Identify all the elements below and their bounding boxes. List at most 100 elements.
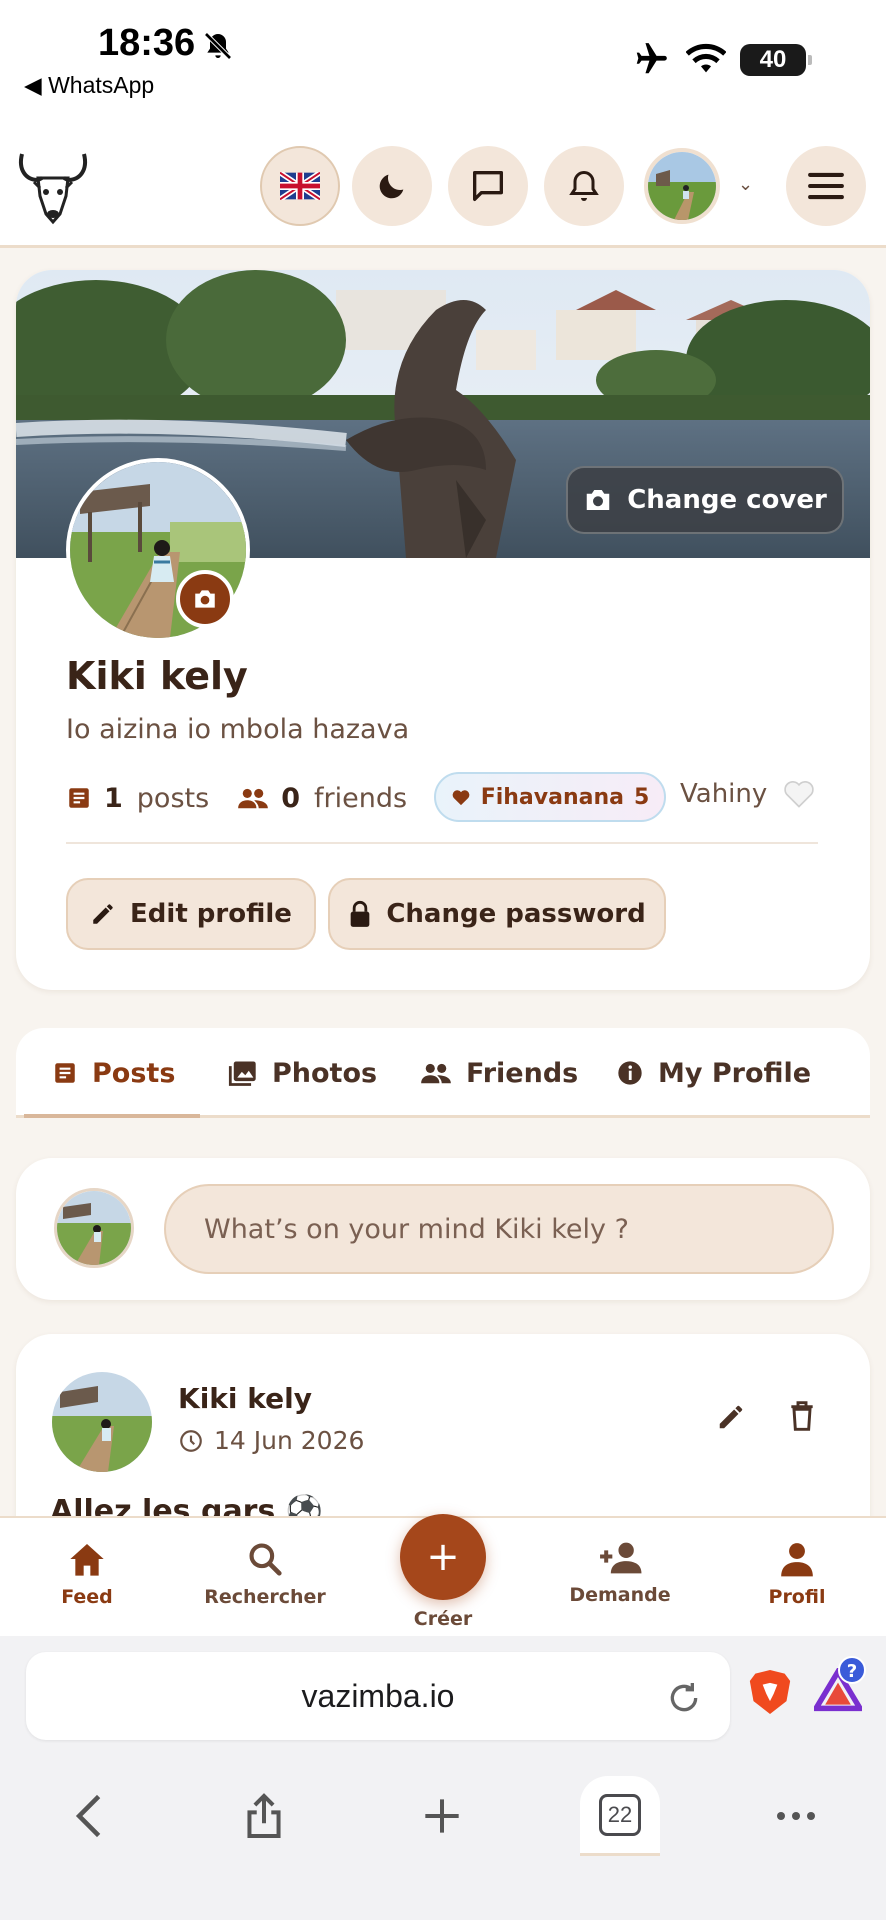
browser-tabs-button[interactable]: 22 <box>580 1776 660 1856</box>
profile-tabs: Posts Photos Friends My Profile <box>16 1028 870 1118</box>
change-password-label: Change password <box>386 899 646 929</box>
pencil-icon <box>93 904 113 924</box>
back-to-app-link[interactable]: ◀ WhatsApp <box>24 72 154 99</box>
share-icon <box>247 1793 281 1838</box>
friends-icon <box>238 788 269 809</box>
profile-divider <box>66 842 818 844</box>
edit-profile-label: Edit profile <box>130 899 292 929</box>
menu-icon <box>808 172 844 200</box>
friends-icon <box>421 1063 451 1084</box>
dark-mode-button[interactable] <box>352 146 432 226</box>
profile-bio: Io aizina io mbola hazava <box>66 714 410 745</box>
change-password-button[interactable]: Change password <box>328 878 666 950</box>
white-heart-icon <box>783 781 814 808</box>
app-header: ⌄ <box>0 120 886 248</box>
camera-icon <box>586 490 610 510</box>
nav-feed-label: Feed <box>61 1586 113 1608</box>
info-icon <box>618 1061 642 1085</box>
create-label: Créer <box>413 1608 473 1630</box>
post-author-name[interactable]: Kiki kely <box>178 1382 312 1415</box>
chevron-down-icon[interactable]: ⌄ <box>738 174 753 195</box>
status-input[interactable]: What’s on your mind Kiki kely ? <box>164 1184 834 1274</box>
tabs-count: 22 <box>599 1793 641 1836</box>
tab-my-profile[interactable]: My Profile <box>616 1028 811 1118</box>
url-bar[interactable]: vazimba.io <box>26 1652 730 1740</box>
airplane-mode-icon <box>632 40 670 82</box>
photos-icon <box>228 1061 256 1086</box>
post-date: 14 Jun 2026 <box>178 1426 364 1455</box>
create-button[interactable]: + <box>400 1514 486 1600</box>
posts-icon <box>69 788 89 808</box>
brave-shields-icon[interactable] <box>748 1668 792 1720</box>
menu-button[interactable] <box>786 146 866 226</box>
pencil-icon <box>719 1405 743 1429</box>
browser-back-button[interactable] <box>48 1776 128 1856</box>
tab-photos[interactable]: Photos <box>228 1028 377 1118</box>
plus-icon: + <box>426 1534 460 1580</box>
nav-feed[interactable]: Feed <box>12 1540 162 1608</box>
profile-stats: 1 posts 0 friends <box>66 774 407 822</box>
nav-requests[interactable]: Demande <box>545 1540 695 1606</box>
vahiny-badge[interactable]: Vahiny <box>680 778 816 809</box>
home-icon <box>70 1544 104 1576</box>
nav-search[interactable]: Rechercher <box>190 1540 340 1608</box>
change-cover-button[interactable]: Change cover <box>566 466 844 534</box>
browser-more-button[interactable] <box>756 1776 836 1856</box>
search-icon <box>249 1543 282 1576</box>
change-avatar-button[interactable] <box>176 570 234 628</box>
edit-profile-button[interactable]: Edit profile <box>66 878 316 950</box>
header-avatar[interactable] <box>644 148 720 224</box>
delete-post-button[interactable] <box>788 1400 816 1436</box>
posts-icon <box>55 1063 75 1083</box>
composer-avatar <box>54 1188 134 1268</box>
wifi-icon <box>685 42 727 80</box>
fihavanana-label: Fihavanana <box>480 784 624 810</box>
nav-profile-label: Profil <box>768 1586 826 1608</box>
battery-indicator: 40 <box>740 44 812 76</box>
plus-icon <box>425 1799 459 1833</box>
moon-icon <box>379 174 404 199</box>
silent-mode-icon <box>202 30 234 66</box>
change-cover-label: Change cover <box>627 485 827 515</box>
messages-button[interactable] <box>448 146 528 226</box>
tab-posts[interactable]: Posts <box>52 1028 175 1118</box>
heart-icon <box>452 790 470 806</box>
lock-icon <box>350 900 370 927</box>
back-app-label: WhatsApp <box>48 72 155 98</box>
tab-posts-label: Posts <box>92 1057 176 1089</box>
status-bar: 18:36 ◀ WhatsApp 40 <box>0 0 886 120</box>
add-person-icon <box>600 1542 642 1574</box>
trash-icon <box>791 1401 813 1431</box>
browser-new-tab-button[interactable] <box>402 1776 482 1856</box>
bull-logo-icon[interactable] <box>16 150 90 230</box>
fihavanana-count: 5 <box>633 784 650 810</box>
friends-label: friends <box>313 782 408 814</box>
nav-search-label: Rechercher <box>204 1586 326 1608</box>
vahiny-label: Vahiny <box>680 779 768 809</box>
post-date-text: 14 Jun 2026 <box>214 1426 365 1455</box>
more-icon <box>777 1812 815 1820</box>
tab-friends-label: Friends <box>466 1057 579 1089</box>
bell-icon <box>569 170 599 201</box>
edit-post-button[interactable] <box>716 1402 746 1436</box>
active-tab-indicator <box>24 1114 200 1118</box>
uk-flag-icon <box>280 172 320 200</box>
language-button[interactable] <box>260 146 340 226</box>
chevron-left-icon <box>75 1794 101 1838</box>
url-text: vazimba.io <box>301 1678 455 1714</box>
camera-icon <box>195 590 215 608</box>
tab-photos-label: Photos <box>272 1057 378 1089</box>
notifications-button[interactable] <box>544 146 624 226</box>
person-icon <box>781 1543 813 1577</box>
post-author-avatar[interactable] <box>52 1372 152 1472</box>
nav-profile[interactable]: Profil <box>722 1540 872 1608</box>
browser-toolbar: vazimba.io ? 22 <box>0 1636 886 1920</box>
tab-friends[interactable]: Friends <box>420 1028 578 1118</box>
posts-label: posts <box>136 782 210 814</box>
profile-card: Change cover Kiki kely Io aizina io mbol… <box>16 270 870 990</box>
post-composer: What’s on your mind Kiki kely ? <box>16 1158 870 1300</box>
fihavanana-badge[interactable]: Fihavanana 5 <box>434 772 666 822</box>
browser-share-button[interactable] <box>224 1776 304 1856</box>
reload-icon[interactable] <box>664 1678 704 1722</box>
tab-my-profile-label: My Profile <box>658 1057 812 1089</box>
